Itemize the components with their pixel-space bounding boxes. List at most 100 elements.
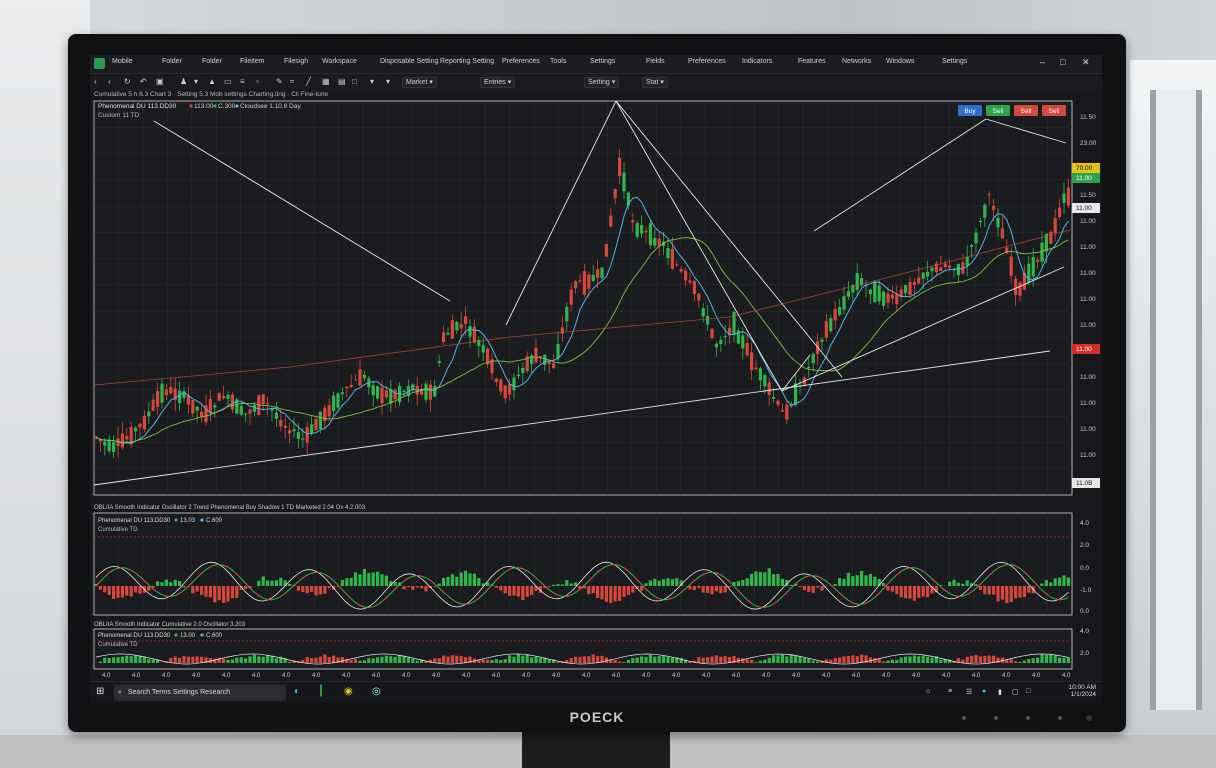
candle-body[interactable] [481,345,485,353]
bezel-button[interactable] [1026,716,1030,720]
candle-body[interactable] [380,387,384,404]
candle-body[interactable] [195,406,199,411]
candle-body[interactable] [543,354,547,365]
candle-body[interactable] [556,344,560,359]
candle-body[interactable] [138,423,142,428]
candle-body[interactable] [578,280,582,282]
candle-body[interactable] [987,194,991,196]
candle-body[interactable] [1031,257,1035,277]
candle-body[interactable] [772,396,776,399]
candle-body[interactable] [296,432,300,439]
candle-body[interactable] [842,296,846,310]
candle-body[interactable] [534,347,538,363]
candle-body[interactable] [464,316,468,324]
candle-body[interactable] [512,377,516,391]
candle-body[interactable] [780,410,784,412]
candle-body[interactable] [582,271,586,295]
candle-body[interactable] [552,363,556,369]
candle-body[interactable] [142,415,146,430]
candle-body[interactable] [926,271,930,277]
candle-body[interactable] [824,321,828,338]
candle-body[interactable] [164,389,168,396]
candle-body[interactable] [310,424,314,434]
edge-icon[interactable]: ◐ [294,686,300,697]
candle-body[interactable] [384,390,388,398]
candle-body[interactable] [244,413,248,415]
candle-body[interactable] [868,289,872,295]
candle-body[interactable] [345,386,349,389]
candle-body[interactable] [811,353,815,364]
candle-body[interactable] [213,405,217,408]
candle-body[interactable] [956,263,960,276]
volume-icon[interactable]: ▮ [998,688,1002,696]
candle-body[interactable] [609,215,613,227]
candle-body[interactable] [692,281,696,294]
candle-body[interactable] [886,293,890,303]
candle-body[interactable] [587,274,591,289]
candle-body[interactable] [877,285,881,302]
candle-body[interactable] [151,399,155,411]
candle-body[interactable] [983,204,987,218]
candle-body[interactable] [208,398,212,414]
candle-body[interactable] [653,238,657,246]
candle-body[interactable] [904,285,908,294]
network-icon[interactable]: ☰ [966,688,972,696]
candle-body[interactable] [239,405,243,415]
candle-body[interactable] [301,438,305,440]
candle-body[interactable] [666,248,670,259]
wifi-icon[interactable]: □ [1026,688,1030,695]
candle-body[interactable] [838,307,842,315]
candle-body[interactable] [930,267,934,272]
candle-body[interactable] [178,390,182,404]
candle-body[interactable] [402,390,406,393]
candle-body[interactable] [327,405,331,417]
candle-body[interactable] [939,267,943,271]
candle-body[interactable] [217,393,221,401]
candle-body[interactable] [472,326,476,343]
candle-body[interactable] [767,382,771,395]
candle-body[interactable] [895,293,899,305]
candle-body[interactable] [283,425,287,428]
candle-body[interactable] [974,232,978,244]
candle-body[interactable] [618,157,622,177]
candle-body[interactable] [873,281,877,303]
candle-body[interactable] [424,383,428,400]
candle-body[interactable] [446,332,450,335]
candle-body[interactable] [305,426,309,443]
candle-body[interactable] [516,374,520,376]
candle-body[interactable] [94,436,98,438]
candle-body[interactable] [1036,259,1040,262]
candle-body[interactable] [978,220,982,223]
candle-body[interactable] [191,400,195,414]
candle-body[interactable] [1049,231,1053,244]
cloud-icon[interactable]: ● [982,688,986,695]
candle-body[interactable] [684,270,688,281]
candle-body[interactable] [600,267,604,279]
candle-body[interactable] [503,385,507,399]
chart-area[interactable]: Phenomenal DU 113.DD30 113.00 C.300 Cloudse… [90,55,1102,681]
candle-body[interactable] [349,384,353,388]
candle-body[interactable] [112,442,116,453]
candle-body[interactable] [574,281,578,289]
candle-body[interactable] [591,274,595,281]
candle-body[interactable] [314,418,318,431]
candle-body[interactable] [292,429,296,432]
candle-body[interactable] [521,367,525,373]
candle-body[interactable] [917,277,921,284]
trading-app-icon[interactable]: ┃ [318,686,324,697]
candle-body[interactable] [120,433,124,448]
tray-icon[interactable]: ≡ [948,688,952,695]
candle-body[interactable] [428,384,432,400]
candle-body[interactable] [644,230,648,233]
candle-body[interactable] [921,272,925,279]
candle-body[interactable] [754,367,758,370]
candle-body[interactable] [745,343,749,356]
candle-body[interactable] [697,293,701,301]
candle-body[interactable] [103,441,107,446]
candle-body[interactable] [222,396,226,399]
bezel-button[interactable] [962,716,966,720]
bezel-button[interactable] [1058,716,1062,720]
candle-body[interactable] [450,320,454,339]
candle-body[interactable] [648,223,652,246]
candle-body[interactable] [948,265,952,268]
